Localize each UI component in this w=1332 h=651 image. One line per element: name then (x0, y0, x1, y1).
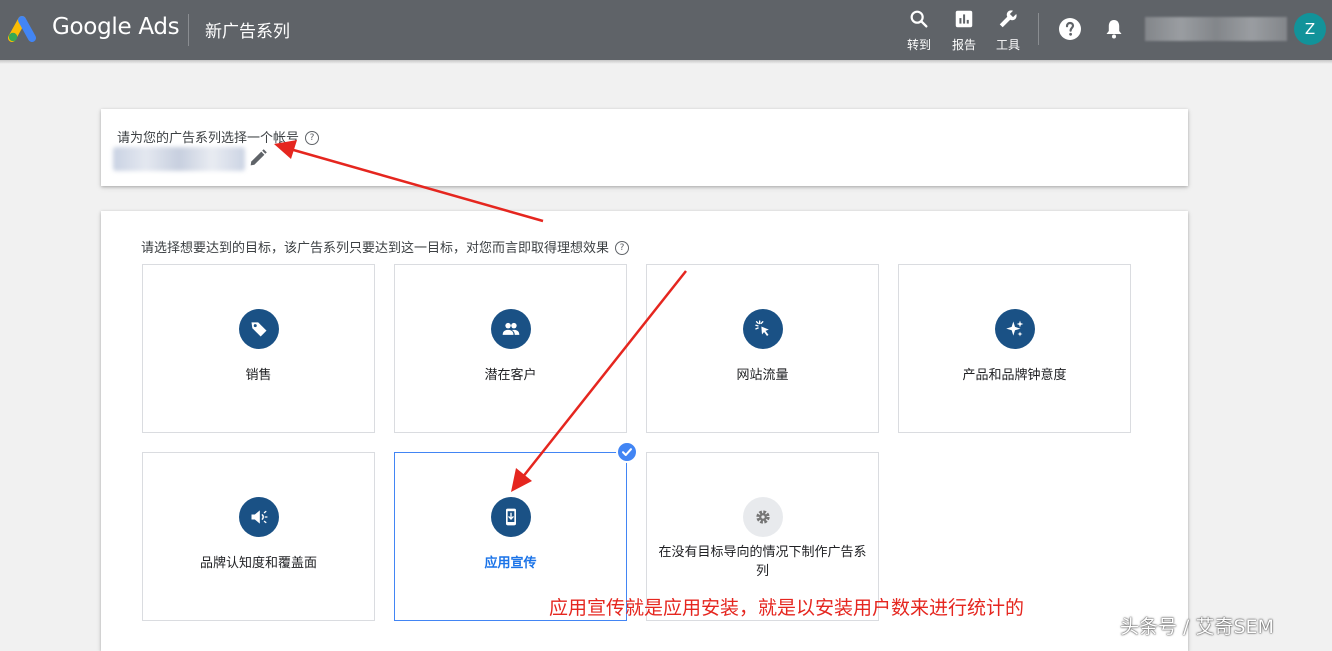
gear-icon (753, 507, 773, 527)
goal-icon-circle (743, 309, 783, 349)
reports-button[interactable]: 报告 (944, 8, 984, 53)
account-selector-card: 请为您的广告系列选择一个帐号? (101, 109, 1188, 186)
goto-label: 转到 (899, 36, 939, 53)
bell-icon[interactable] (1102, 17, 1126, 41)
goal-prompt-text: 请选择想要达到的目标，该广告系列只要达到这一目标，对您而言即取得理想效果 (141, 241, 609, 256)
goal-icon-circle (995, 309, 1035, 349)
google-ads-logo[interactable] (8, 14, 40, 42)
account-prompt-text: 请为您的广告系列选择一个帐号 (117, 131, 299, 146)
goal-icon-circle (743, 497, 783, 537)
reports-label: 报告 (944, 36, 984, 53)
goal-label: 产品和品牌钟意度 (909, 366, 1120, 385)
wrench-icon (997, 8, 1019, 30)
goal-label: 品牌认知度和覆盖面 (153, 554, 364, 573)
brand-name: Google Ads (52, 14, 179, 40)
goal-icon-circle (491, 497, 531, 537)
goal-tile-website-traffic[interactable]: 网站流量 (646, 264, 879, 433)
goal-prompt: 请选择想要达到的目标，该广告系列只要达到这一目标，对您而言即取得理想效果? (141, 237, 629, 256)
account-info-redacted[interactable] (1145, 17, 1287, 41)
goal-label: 在没有目标导向的情况下制作广告系列 (657, 543, 868, 581)
goal-icon-circle (491, 309, 531, 349)
bar-chart-icon (953, 8, 975, 30)
goal-label: 网站流量 (657, 366, 868, 385)
pencil-icon[interactable] (247, 147, 269, 169)
divider (1038, 13, 1039, 45)
tools-label: 工具 (988, 36, 1028, 53)
goal-label: 销售 (153, 366, 364, 385)
account-name-redacted (113, 147, 245, 171)
help-icon[interactable]: ? (305, 131, 319, 145)
help-icon[interactable]: ? (615, 241, 629, 255)
checkmark-icon (621, 446, 633, 458)
megaphone-icon (249, 507, 269, 527)
brand-sparkle-icon (1005, 319, 1025, 339)
goal-icon-circle (239, 497, 279, 537)
top-app-bar: Google Ads 新广告系列 转到 报告 工具 Z (0, 0, 1332, 60)
goal-tile-leads[interactable]: 潜在客户 (394, 264, 627, 433)
goal-tile-brand-awareness[interactable]: 品牌认知度和覆盖面 (142, 452, 375, 621)
search-icon (908, 8, 930, 30)
goal-label: 应用宣传 (405, 554, 616, 573)
divider (188, 14, 189, 46)
goal-icon-circle (239, 309, 279, 349)
goal-tile-sales[interactable]: 销售 (142, 264, 375, 433)
selected-check-badge (616, 441, 638, 463)
website-traffic-cursor-icon (753, 319, 773, 339)
watermark: 头条号 / 艾奇SEM (1120, 612, 1274, 639)
help-icon[interactable] (1058, 17, 1082, 41)
account-prompt: 请为您的广告系列选择一个帐号? (117, 127, 319, 146)
goto-button[interactable]: 转到 (899, 8, 939, 53)
leads-people-icon (501, 319, 521, 339)
annotation-text: 应用宣传就是应用安装，就是以安装用户数来进行统计的 (549, 593, 1024, 620)
app-download-icon (501, 507, 521, 527)
page-title: 新广告系列 (205, 17, 290, 42)
goal-label: 潜在客户 (405, 366, 616, 385)
avatar[interactable]: Z (1294, 13, 1326, 45)
goal-tile-brand-consideration[interactable]: 产品和品牌钟意度 (898, 264, 1131, 433)
sales-tag-icon (249, 319, 269, 339)
tools-button[interactable]: 工具 (988, 8, 1028, 53)
